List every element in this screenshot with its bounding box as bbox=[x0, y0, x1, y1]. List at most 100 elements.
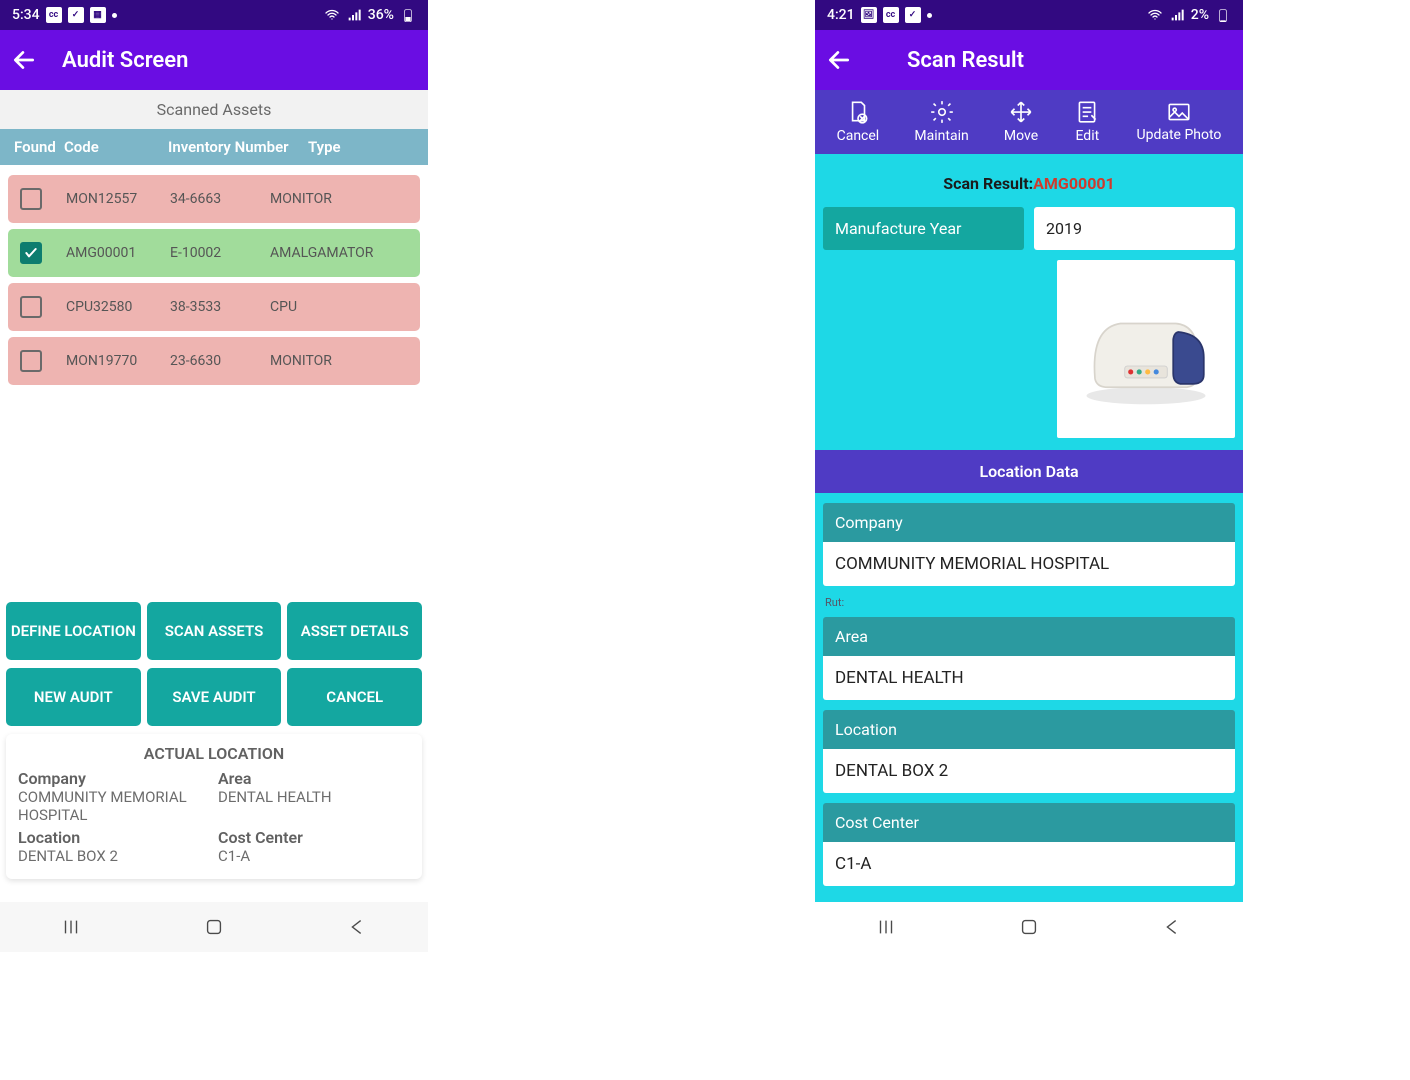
company-field: Company COMMUNITY MEMORIAL HOSPITAL bbox=[823, 503, 1235, 586]
android-nav-bar bbox=[0, 902, 428, 952]
cell-inventory: 34-6663 bbox=[170, 191, 270, 207]
cell-code: CPU32580 bbox=[66, 299, 170, 315]
actual-location-title: ACTUAL LOCATION bbox=[18, 744, 410, 763]
app-bar: Audit Screen bbox=[0, 30, 428, 90]
scan-result-code: AMG00001 bbox=[1033, 174, 1115, 193]
document-cancel-icon bbox=[844, 98, 872, 126]
status-icon: ▦ bbox=[90, 7, 106, 23]
audit-screen-phone: 5:34 cc ✓ ▦ 36% Audit Screen Scanned Ass… bbox=[0, 0, 428, 952]
cost-center-value: C1-A bbox=[218, 847, 410, 865]
scan-result-phone: 4:21 🖼 cc ✓ 2% Scan Result Cancel Mainta… bbox=[815, 0, 1243, 952]
scan-result-heading: Scan Result:AMG00001 bbox=[823, 174, 1235, 193]
maintain-action[interactable]: Maintain bbox=[914, 98, 968, 144]
company-label: Company bbox=[18, 769, 210, 788]
cell-code: MON19770 bbox=[66, 353, 170, 369]
move-icon bbox=[1007, 98, 1035, 126]
maintain-label: Maintain bbox=[914, 128, 968, 144]
manufacture-year-value[interactable]: 2019 bbox=[1034, 207, 1235, 250]
status-icon: ✓ bbox=[68, 7, 84, 23]
header-inventory: Inventory Number bbox=[168, 138, 308, 156]
header-code: Code bbox=[64, 138, 168, 156]
battery-percent: 2% bbox=[1191, 7, 1209, 23]
battery-icon bbox=[400, 7, 416, 23]
cell-type: AMALGAMATOR bbox=[270, 245, 420, 261]
button-grid: DEFINE LOCATION SCAN ASSETS ASSET DETAIL… bbox=[0, 602, 428, 879]
location-data-section: Location Data bbox=[815, 450, 1243, 493]
asset-rows: MON12557 34-6663 MONITOR AMG00001 E-1000… bbox=[0, 165, 428, 395]
scan-result-label: Scan Result: bbox=[943, 174, 1033, 193]
header-type: Type bbox=[308, 138, 428, 156]
cell-type: CPU bbox=[270, 299, 420, 315]
nav-home-icon[interactable] bbox=[1018, 916, 1040, 938]
table-header: Found Code Inventory Number Type bbox=[0, 129, 428, 165]
table-row[interactable]: CPU32580 38-3533 CPU bbox=[8, 283, 420, 331]
cost-center-value[interactable]: C1-A bbox=[823, 842, 1235, 886]
company-value[interactable]: COMMUNITY MEMORIAL HOSPITAL bbox=[823, 542, 1235, 586]
cost-center-field: Cost Center C1-A bbox=[823, 803, 1235, 886]
define-location-button[interactable]: DEFINE LOCATION bbox=[6, 602, 141, 660]
clock: 4:21 bbox=[827, 7, 855, 23]
page-title: Audit Screen bbox=[62, 48, 188, 73]
status-icon: 🖼 bbox=[861, 7, 877, 23]
location-label: Location bbox=[18, 828, 210, 847]
cancel-label: Cancel bbox=[837, 128, 880, 144]
area-label: Area bbox=[218, 769, 410, 788]
nav-recents-icon[interactable] bbox=[875, 916, 897, 938]
cost-center-label: Cost Center bbox=[823, 803, 1235, 842]
actual-location-card: ACTUAL LOCATION Company COMMUNITY MEMORI… bbox=[6, 734, 422, 879]
location-value[interactable]: DENTAL BOX 2 bbox=[823, 749, 1235, 793]
asset-details-button[interactable]: ASSET DETAILS bbox=[287, 602, 422, 660]
company-value: COMMUNITY MEMORIAL HOSPITAL bbox=[18, 788, 210, 824]
nav-back-icon[interactable] bbox=[346, 916, 368, 938]
cell-code: MON12557 bbox=[66, 191, 170, 207]
scan-result-body: Scan Result:AMG00001 Manufacture Year 20… bbox=[815, 154, 1243, 906]
checkbox[interactable] bbox=[20, 296, 42, 318]
edit-action[interactable]: Edit bbox=[1073, 98, 1101, 144]
area-label: Area bbox=[823, 617, 1235, 656]
location-field: Location DENTAL BOX 2 bbox=[823, 710, 1235, 793]
back-button[interactable] bbox=[10, 46, 38, 74]
status-dot-icon bbox=[112, 13, 117, 18]
new-audit-button[interactable]: NEW AUDIT bbox=[6, 668, 141, 726]
page-title: Scan Result bbox=[907, 48, 1024, 73]
cell-inventory: 23-6630 bbox=[170, 353, 270, 369]
gear-icon bbox=[928, 98, 956, 126]
manufacture-year-label: Manufacture Year bbox=[823, 207, 1024, 250]
nav-home-icon[interactable] bbox=[203, 916, 225, 938]
move-label: Move bbox=[1004, 128, 1038, 144]
move-action[interactable]: Move bbox=[1004, 98, 1038, 144]
company-label: Company bbox=[823, 503, 1235, 542]
header-found: Found bbox=[0, 138, 64, 156]
action-toolbar: Cancel Maintain Move Edit Update Photo bbox=[815, 90, 1243, 154]
status-dot-icon bbox=[927, 13, 932, 18]
clock: 5:34 bbox=[12, 7, 40, 23]
scanned-assets-label: Scanned Assets bbox=[0, 90, 428, 129]
checkbox[interactable] bbox=[20, 188, 42, 210]
status-bar: 5:34 cc ✓ ▦ 36% bbox=[0, 0, 428, 30]
update-photo-action[interactable]: Update Photo bbox=[1137, 98, 1222, 144]
area-value[interactable]: DENTAL HEALTH bbox=[823, 656, 1235, 700]
location-value: DENTAL BOX 2 bbox=[18, 847, 210, 865]
table-row[interactable]: MON12557 34-6663 MONITOR bbox=[8, 175, 420, 223]
wifi-icon bbox=[1147, 7, 1163, 23]
checkbox[interactable] bbox=[20, 350, 42, 372]
cancel-action[interactable]: Cancel bbox=[837, 98, 880, 144]
cell-inventory: E-10002 bbox=[170, 245, 270, 261]
back-button[interactable] bbox=[825, 46, 853, 74]
cell-type: MONITOR bbox=[270, 191, 420, 207]
save-audit-button[interactable]: SAVE AUDIT bbox=[147, 668, 282, 726]
table-row[interactable]: AMG00001 E-10002 AMALGAMATOR bbox=[8, 229, 420, 277]
cell-inventory: 38-3533 bbox=[170, 299, 270, 315]
scan-assets-button[interactable]: SCAN ASSETS bbox=[147, 602, 282, 660]
checkbox[interactable] bbox=[20, 242, 42, 264]
location-label: Location bbox=[823, 710, 1235, 749]
nav-back-icon[interactable] bbox=[1161, 916, 1183, 938]
nav-recents-icon[interactable] bbox=[60, 916, 82, 938]
table-row[interactable]: MON19770 23-6630 MONITOR bbox=[8, 337, 420, 385]
asset-photo[interactable] bbox=[1057, 260, 1235, 438]
cancel-button[interactable]: CANCEL bbox=[287, 668, 422, 726]
status-bar: 4:21 🖼 cc ✓ 2% bbox=[815, 0, 1243, 30]
signal-icon bbox=[346, 7, 362, 23]
edit-icon bbox=[1073, 98, 1101, 126]
android-nav-bar bbox=[815, 902, 1243, 952]
